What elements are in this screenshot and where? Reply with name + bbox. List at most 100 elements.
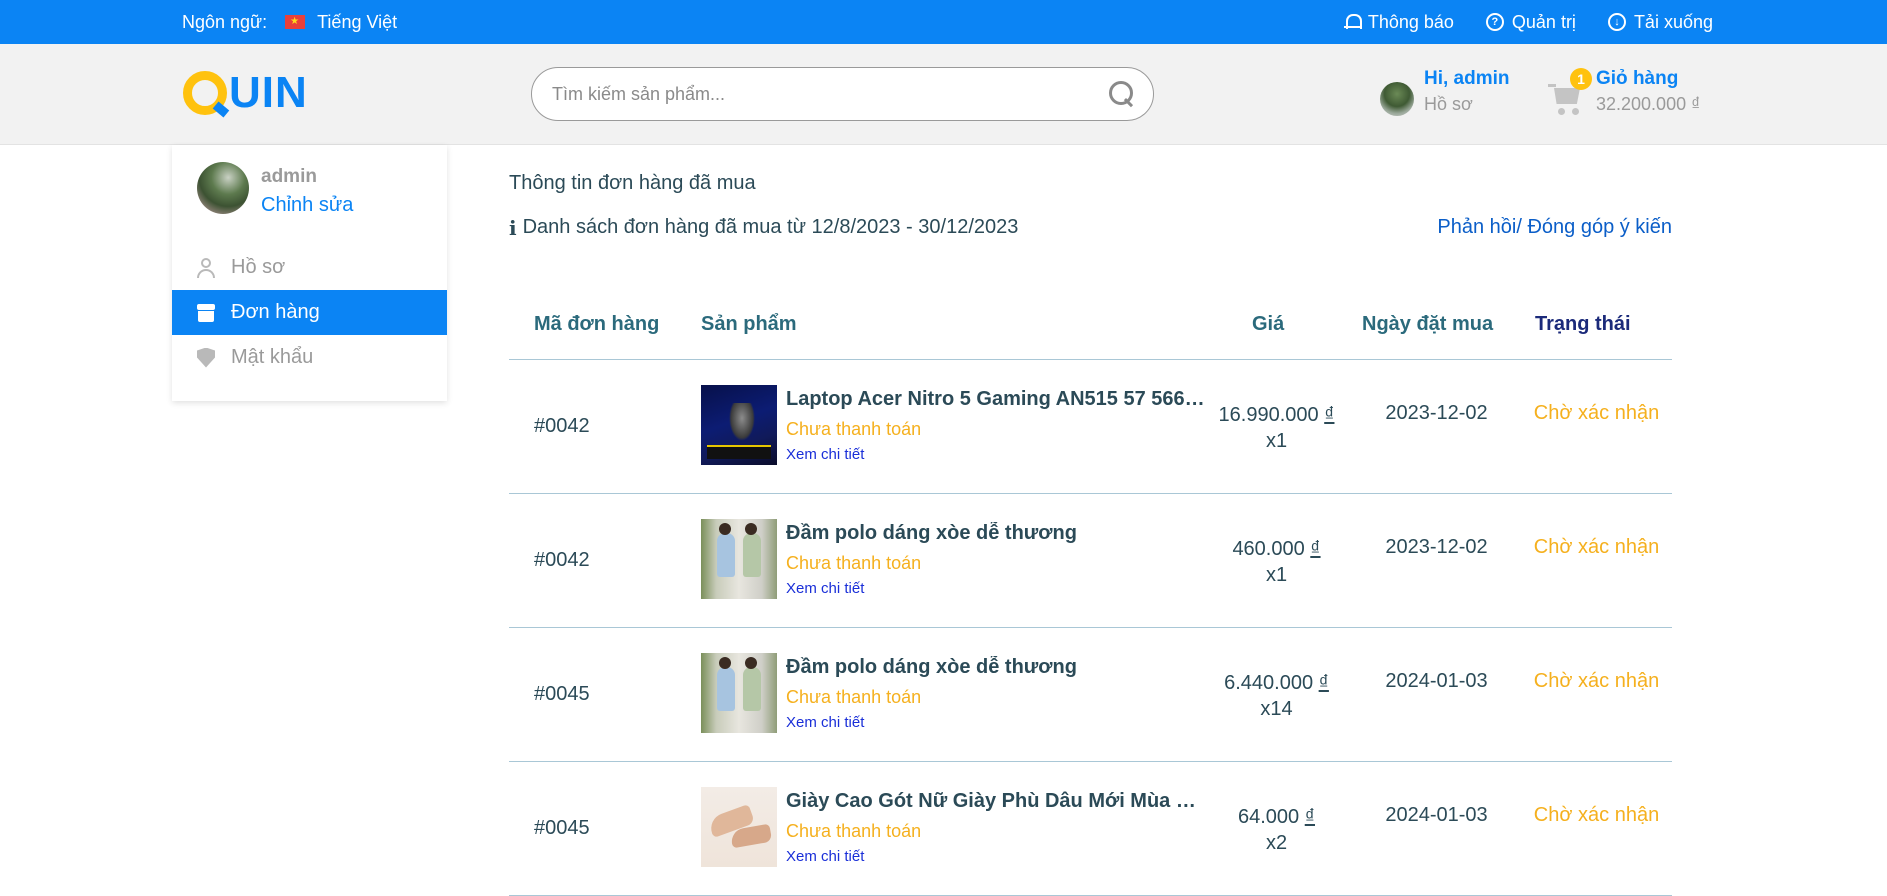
cart[interactable]: 1 Giỏ hàng 32.200.000 ₫ [1548,68,1700,120]
sidebar-menu: Hồ sơ Đơn hàng Mật khẩu [172,245,447,380]
view-detail-link[interactable]: Xem chi tiết [786,714,864,731]
product-name[interactable]: Laptop Acer Nitro 5 Gaming AN515 57 5669… [786,388,1206,411]
cart-total: 32.200.000 ₫ [1596,94,1701,114]
currency-symbol: ₫ [1318,672,1329,694]
column-header-product: Sản phẩm [701,313,797,335]
order-price: 16.990.000 ₫ x1 [1189,402,1364,454]
product-name[interactable]: Đầm polo dáng xòe dễ thương [786,522,1206,545]
orders-range-info: i Danh sách đơn hàng đã mua từ 12/8/2023… [509,216,1018,240]
order-date: 2024-01-03 [1385,670,1488,692]
sidebar-item-label: Mật khẩu [231,346,314,368]
column-header-price: Giá [1252,313,1285,335]
sidebar-item-orders[interactable]: Đơn hàng [172,290,447,335]
quantity: x1 [1265,564,1288,586]
column-header-status: Trạng thái [1535,313,1631,335]
status-badge: Chờ xác nhận [1533,804,1660,826]
payment-status: Chưa thanh toán [786,821,922,841]
price-value: 16.990.000 [1218,404,1319,426]
top-bar: Ngôn ngữ: Tiếng Việt Thông báo ? Quản tr… [0,0,1887,44]
currency-symbol: ₫ [1324,404,1335,426]
product-name[interactable]: Giày Cao Gót Nữ Giày Phù Dâu Mới Mùa Hè … [786,790,1206,813]
order-code: #0042 [534,549,590,571]
table-row: #0045 Giày Cao Gót Nữ Giày Phù Dâu Mới M… [509,762,1672,896]
cart-icon[interactable]: 1 [1548,68,1592,120]
view-detail-link[interactable]: Xem chi tiết [786,848,864,865]
language-value[interactable]: Tiếng Việt [317,12,397,33]
account-sidebar: admin Chỉnh sửa Hồ sơ Đơn hàng Mật khẩu [172,145,447,401]
greeting[interactable]: Hi, admin [1424,68,1510,90]
product-thumbnail[interactable] [701,653,777,733]
download-icon: ↓ [1607,13,1626,31]
table-row: #0042 Đầm polo dáng xòe dễ thương Chưa t… [509,494,1672,628]
profile-link[interactable]: Hồ sơ [1424,94,1510,115]
language-label: Ngôn ngữ: [182,11,268,32]
shield-icon [197,347,215,368]
sidebar-username: admin [261,166,317,187]
cart-label[interactable]: Giỏ hàng [1596,68,1700,90]
person-icon [197,257,215,278]
quin-logo[interactable]: UIN [183,66,308,120]
logo-q-mark [183,71,227,115]
sidebar-item-profile[interactable]: Hồ sơ [172,245,447,290]
search-icon[interactable] [1109,81,1135,107]
bell-icon [1343,13,1362,31]
notifications-link[interactable]: Thông báo [1343,11,1454,33]
price-value: 460.000 [1232,538,1305,560]
sidebar-user: admin Chỉnh sửa [197,162,353,217]
price-value: 64.000 [1238,806,1300,828]
box-icon [197,303,215,322]
quantity: x1 [1265,430,1288,452]
admin-link[interactable]: ? Quản trị [1485,11,1576,33]
sidebar-item-label: Đơn hàng [231,301,320,323]
feedback-link[interactable]: Phản hồi/ Đóng góp ý kiến [1437,216,1672,239]
order-date: 2023-12-02 [1385,536,1488,558]
quantity: x2 [1265,832,1288,854]
user-menu[interactable]: Hi, admin Hồ sơ [1380,68,1510,116]
column-header-date: Ngày đặt mua [1362,313,1494,335]
status-badge: Chờ xác nhận [1533,402,1660,424]
status-badge: Chờ xác nhận [1533,536,1660,558]
order-date: 2023-12-02 [1385,402,1488,424]
question-circle-icon: ? [1485,13,1504,31]
order-code: #0042 [534,415,590,437]
orders-table-header: Mã đơn hàng Sản phẩm Giá Ngày đặt mua Tr… [509,313,1672,360]
logo-text: UIN [229,68,308,117]
product-thumbnail[interactable] [701,385,777,465]
table-row: #0042 Laptop Acer Nitro 5 Gaming AN515 5… [509,360,1672,494]
product-thumbnail[interactable] [701,519,777,599]
order-date: 2024-01-03 [1385,804,1488,826]
order-price: 6.440.000 ₫ x14 [1189,670,1364,722]
language-selector[interactable]: Ngôn ngữ: Tiếng Việt [182,0,397,44]
page-title: Thông tin đơn hàng đã mua [509,172,756,194]
info-icon: i [509,216,517,240]
order-price: 64.000 ₫ x2 [1189,804,1364,856]
quantity: x14 [1260,698,1293,720]
payment-status: Chưa thanh toán [786,553,922,573]
product-name[interactable]: Đầm polo dáng xòe dễ thương [786,656,1206,679]
sidebar-item-password[interactable]: Mật khẩu [172,335,447,380]
avatar[interactable] [1380,82,1414,116]
product-thumbnail[interactable] [701,787,777,867]
payment-status: Chưa thanh toán [786,687,922,707]
column-header-code: Mã đơn hàng [534,313,660,335]
orders-table-body: #0042 Laptop Acer Nitro 5 Gaming AN515 5… [509,360,1672,896]
table-row: #0045 Đầm polo dáng xòe dễ thương Chưa t… [509,628,1672,762]
top-links: Thông báo ? Quản trị ↓ Tải xuống [1343,0,1713,44]
orders-range-text: Danh sách đơn hàng đã mua từ 12/8/2023 -… [522,216,1019,238]
status-badge: Chờ xác nhận [1533,670,1660,692]
admin-label: Quản trị [1511,11,1576,32]
sidebar-item-label: Hồ sơ [231,256,286,278]
price-value: 6.440.000 [1224,672,1314,694]
site-header: UIN Hi, admin Hồ sơ 1 Giỏ hàng 32.200.00… [0,44,1887,145]
download-label: Tải xuống [1633,11,1713,32]
currency-symbol: ₫ [1310,538,1321,560]
vietnam-flag-icon [285,15,306,29]
order-price: 460.000 ₫ x1 [1189,536,1364,588]
download-link[interactable]: ↓ Tải xuống [1607,11,1713,33]
view-detail-link[interactable]: Xem chi tiết [786,446,864,463]
notifications-label: Thông báo [1367,11,1454,32]
search-bar [531,67,1154,121]
search-input[interactable] [552,68,1092,120]
edit-profile-link[interactable]: Chỉnh sửa [261,194,353,217]
view-detail-link[interactable]: Xem chi tiết [786,580,864,597]
